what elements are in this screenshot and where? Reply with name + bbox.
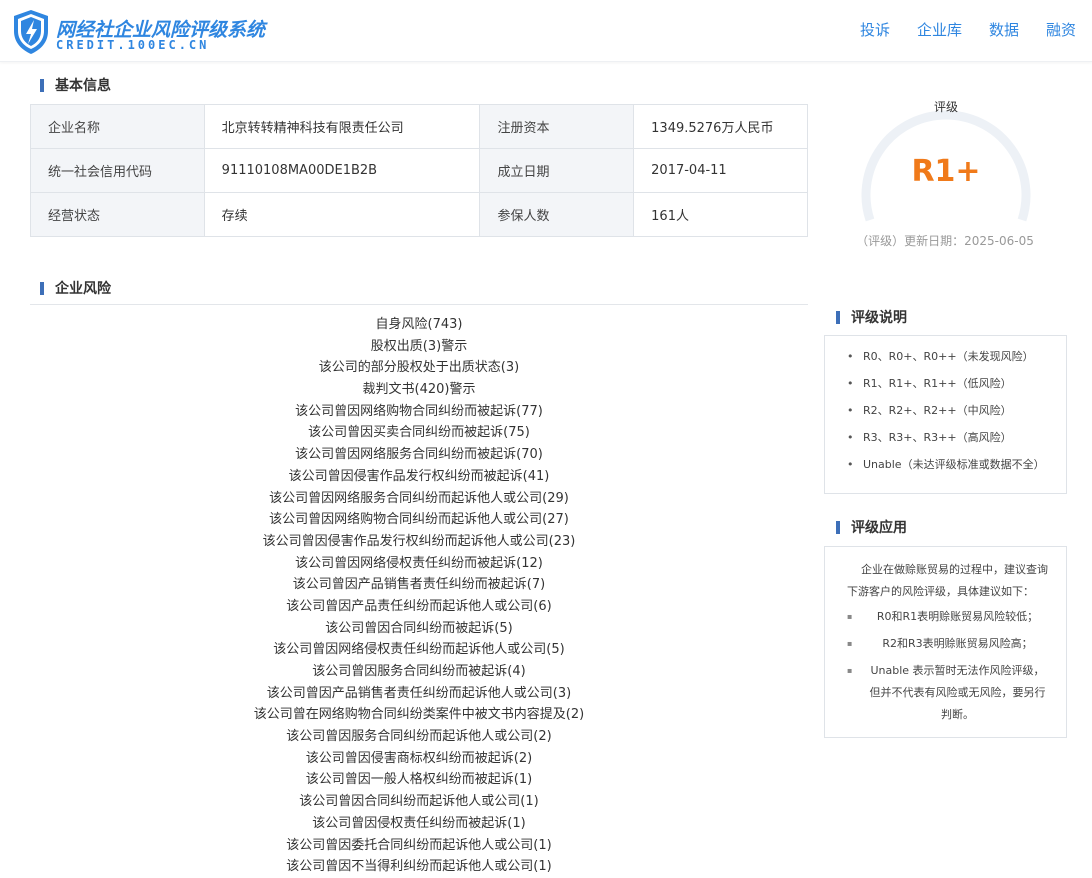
risk-item[interactable]: 该公司曾因产品责任纠纷而起诉他人或公司(6)	[30, 596, 808, 618]
section-title-risk: 企业风险	[40, 278, 111, 298]
value-registered-capital: 1349.5276万人民币	[633, 104, 808, 149]
risk-item[interactable]: 该公司曾因网络购物合同纠纷而被起诉(77)	[30, 401, 808, 423]
main-nav: 投诉 企业库 数据 融资	[860, 19, 1076, 40]
application-intro: 企业在做赊账贸易的过程中，建议查询下游客户的风险评级，具体建议如下：	[847, 563, 1048, 598]
risk-item[interactable]: 自身风险(743)	[30, 314, 808, 336]
section-title-basic-info: 基本信息	[40, 75, 111, 95]
risk-item[interactable]: 该公司曾因合同纠纷而被起诉(5)	[30, 618, 808, 640]
table-row: 企业名称 北京转转精神科技有限责任公司 注册资本 1349.5276万人民币	[30, 104, 808, 149]
section-title-rating-legend: 评级说明	[836, 307, 907, 327]
risk-item[interactable]: 该公司曾因侵权责任纠纷而被起诉(1)	[30, 813, 808, 835]
divider	[30, 304, 808, 305]
risk-item[interactable]: 该公司曾因买卖合同纠纷而被起诉(75)	[30, 422, 808, 444]
nav-link-data[interactable]: 数据	[989, 19, 1019, 40]
risk-item[interactable]: 股权出质(3)警示	[30, 336, 808, 358]
section-marker	[836, 520, 840, 534]
risk-item[interactable]: 该公司曾在网络购物合同纠纷类案件中被文书内容提及(2)	[30, 704, 808, 726]
label-registered-capital: 注册资本	[479, 104, 635, 149]
section-title-text: 评级应用	[851, 520, 907, 536]
list-item: R1、R1+、R1++（低风险）	[841, 373, 1066, 400]
table-row: 经营状态 存续 参保人数 161人	[30, 192, 808, 237]
rating-label: 评级	[933, 100, 958, 114]
list-item: R3、R3+、R3++（高风险）	[841, 427, 1066, 454]
nav-link-financing[interactable]: 融资	[1046, 19, 1076, 40]
risk-item[interactable]: 该公司曾因合同纠纷而起诉他人或公司(1)	[30, 791, 808, 813]
section-title-rating-application: 评级应用	[836, 517, 907, 537]
rating-update-date: （评级）更新日期：2025-06-05	[856, 234, 1034, 248]
risk-item[interactable]: 该公司曾因网络购物合同纠纷而起诉他人或公司(27)	[30, 509, 808, 531]
label-business-status: 经营状态	[30, 192, 205, 237]
risk-item[interactable]: 裁判文书(420)警示	[30, 379, 808, 401]
risk-item[interactable]: 该公司曾因网络侵权责任纠纷而起诉他人或公司(5)	[30, 639, 808, 661]
value-credit-code: 91110108MA00DE1B2B	[203, 148, 481, 193]
value-founded-date: 2017-04-11	[633, 148, 808, 193]
list-item: Unable（未达评级标准或数据不全）	[841, 454, 1066, 481]
risk-item[interactable]: 该公司曾因网络侵权责任纠纷而被起诉(12)	[30, 553, 808, 575]
risk-item[interactable]: 该公司曾因服务合同纠纷而起诉他人或公司(2)	[30, 726, 808, 748]
section-title-text: 企业风险	[55, 281, 111, 297]
list-item: R2、R2+、R2++（中风险）	[841, 400, 1066, 427]
risk-item[interactable]: 该公司曾因侵害商标权纠纷而被起诉(2)	[30, 748, 808, 770]
risk-list: 自身风险(743) 股权出质(3)警示 该公司的部分股权处于出质状态(3) 裁判文书(…	[30, 314, 808, 878]
risk-item[interactable]: 该公司曾因网络服务合同纠纷而被起诉(70)	[30, 444, 808, 466]
risk-item[interactable]: 该公司曾因侵害作品发行权纠纷而被起诉(41)	[30, 466, 808, 488]
label-company-name: 企业名称	[30, 104, 205, 149]
risk-item[interactable]: 该公司曾因一般人格权纠纷而被起诉(1)	[30, 769, 808, 791]
value-insured-count: 161人	[633, 192, 808, 237]
risk-item[interactable]: 该公司的部分股权处于出质状态(3)	[30, 357, 808, 379]
risk-item[interactable]: 该公司曾因侵害作品发行权纠纷而起诉他人或公司(23)	[30, 531, 808, 553]
site-logo[interactable]: 网经社企业风险评级系统 CREDIT.100EC.CN	[12, 9, 265, 57]
rating-application-panel: 企业在做赊账贸易的过程中，建议查询下游客户的风险评级，具体建议如下： R0和R1…	[824, 546, 1067, 738]
section-title-text: 基本信息	[55, 78, 111, 94]
risk-item[interactable]: 该公司曾因网络服务合同纠纷而起诉他人或公司(29)	[30, 488, 808, 510]
risk-item[interactable]: 该公司曾因委托合同纠纷而起诉他人或公司(1)	[30, 835, 808, 857]
risk-item[interactable]: 该公司曾因服务合同纠纷而被起诉(4)	[30, 661, 808, 683]
label-insured-count: 参保人数	[479, 192, 635, 237]
risk-item[interactable]: 该公司曾因产品销售者责任纠纷而被起诉(7)	[30, 574, 808, 596]
logo-subtitle: CREDIT.100EC.CN	[56, 38, 210, 52]
rating-legend-panel: R0、R0+、R0++（未发现风险） R1、R1+、R1++（低风险） R2、R…	[824, 335, 1067, 494]
top-header: 网经社企业风险评级系统 CREDIT.100EC.CN 投诉 企业库 数据 融资	[0, 0, 1092, 62]
list-item: R0和R1表明赊账贸易风险较低；	[847, 606, 1048, 628]
label-founded-date: 成立日期	[479, 148, 635, 193]
shield-logo-icon	[14, 10, 48, 54]
nav-link-company-db[interactable]: 企业库	[917, 19, 962, 40]
basic-info-table: 企业名称 北京转转精神科技有限责任公司 注册资本 1349.5276万人民币 统…	[30, 104, 808, 237]
list-item: R0、R0+、R0++（未发现风险）	[841, 346, 1066, 373]
risk-item[interactable]: 该公司曾因不当得利纠纷而起诉他人或公司(1)	[30, 856, 808, 878]
section-marker	[836, 310, 840, 324]
value-business-status: 存续	[203, 192, 481, 237]
risk-item[interactable]: 该公司曾因产品销售者责任纠纷而起诉他人或公司(3)	[30, 683, 808, 705]
table-row: 统一社会信用代码 91110108MA00DE1B2B 成立日期 2017-04…	[30, 148, 808, 193]
section-marker	[40, 281, 44, 295]
nav-link-complaint[interactable]: 投诉	[860, 19, 890, 40]
value-company-name: 北京转转精神科技有限责任公司	[203, 104, 481, 149]
list-item: R2和R3表明赊账贸易风险高；	[847, 633, 1048, 655]
list-item: Unable 表示暂时无法作风险评级，但并不代表有风险或无风险，要另行判断。	[847, 660, 1048, 726]
label-credit-code: 统一社会信用代码	[30, 148, 205, 193]
section-title-text: 评级说明	[851, 310, 907, 326]
rating-value: R1+	[911, 154, 981, 189]
section-marker	[40, 78, 44, 92]
